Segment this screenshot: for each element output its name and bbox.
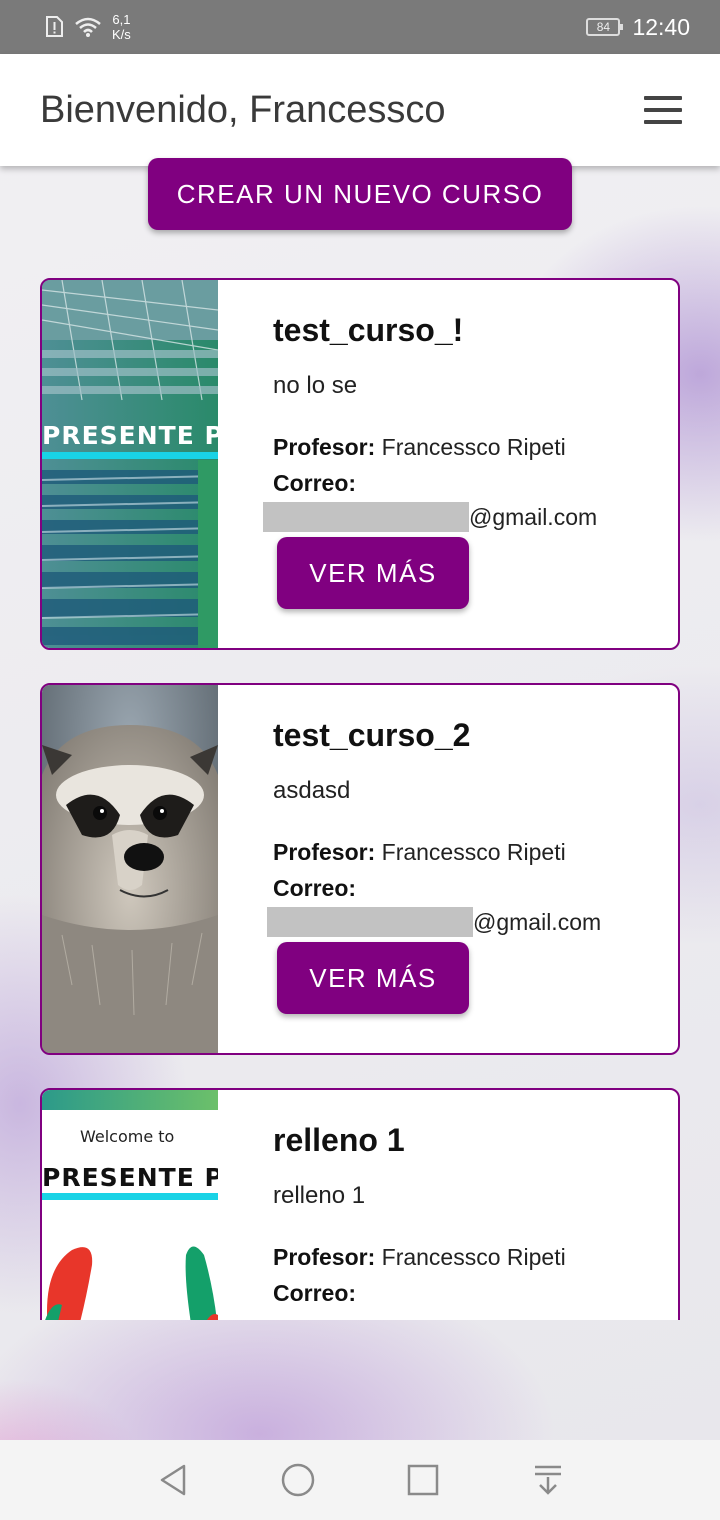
battery-level: 84 [596, 20, 611, 34]
professor-label: Profesor: [273, 839, 376, 865]
home-icon[interactable] [278, 1460, 318, 1500]
course-professor: Profesor: Francessco Ripeti [273, 839, 566, 866]
email-redacted [263, 502, 469, 532]
course-card: test_curso_2 asdasd Profesor: Francessco… [40, 683, 680, 1055]
course-description: relleno 1 [273, 1182, 366, 1209]
course-card: PRESENTE P test_curso_! no lo se Profeso… [40, 278, 680, 650]
course-title: relleno 1 [273, 1122, 405, 1158]
view-more-button[interactable]: VER MÁS [277, 942, 469, 1014]
course-title: test_curso_! [273, 312, 464, 348]
email-label: Correo: [273, 875, 357, 901]
app-bar: Bienvenido, Francessco [0, 54, 720, 166]
image-welcome-text: Welcome to [80, 1127, 174, 1146]
email-redacted [267, 907, 473, 937]
status-bar: 6,1 K/s 84 12:40 [0, 0, 720, 54]
recents-icon[interactable] [403, 1460, 443, 1500]
professor-name: Francessco Ripeti [381, 839, 566, 865]
professor-name: Francessco Ripeti [381, 1244, 566, 1270]
hamburger-menu-icon[interactable] [644, 96, 682, 124]
course-card: Welcome to PRESENTE P relleno 1 relleno … [40, 1088, 680, 1320]
email-label: Correo: [273, 1280, 357, 1306]
course-email: @gmail.com [263, 502, 597, 532]
course-title: test_curso_2 [273, 717, 471, 753]
page-title: Bienvenido, Francessco [40, 88, 446, 131]
professor-name: Francessco Ripeti [381, 434, 566, 460]
professor-label: Profesor: [273, 434, 376, 460]
course-email: @gmail.com [267, 907, 601, 937]
system-nav-bar [0, 1440, 720, 1520]
image-text: PRESENTE P [42, 1163, 218, 1192]
clock: 12:40 [632, 13, 690, 40]
sim-alert-icon [46, 16, 63, 37]
view-more-button[interactable]: VER MÁS [277, 537, 469, 609]
email-suffix: @gmail.com [469, 503, 598, 530]
course-image [42, 685, 218, 1053]
course-list[interactable]: PRESENTE P test_curso_! no lo se Profeso… [0, 166, 720, 1320]
battery-icon: 84 [586, 18, 624, 36]
course-description: no lo se [273, 372, 358, 399]
course-professor: Profesor: Francessco Ripeti [273, 1244, 566, 1271]
course-description: asdasd [273, 777, 351, 804]
notifications-pull-icon[interactable] [528, 1460, 568, 1500]
professor-label: Profesor: [273, 1244, 376, 1270]
back-icon[interactable] [153, 1460, 193, 1500]
create-course-button[interactable]: CREAR UN NUEVO CURSO [148, 158, 572, 230]
course-image: Welcome to PRESENTE P [42, 1090, 218, 1320]
image-text: PRESENTE P [42, 421, 218, 450]
email-label: Correo: [273, 470, 357, 496]
network-speed: 6,1 K/s [112, 12, 131, 42]
email-suffix: @gmail.com [473, 908, 602, 935]
wifi-icon [75, 17, 101, 37]
course-professor: Profesor: Francessco Ripeti [273, 434, 566, 461]
course-image: PRESENTE P [42, 280, 218, 648]
